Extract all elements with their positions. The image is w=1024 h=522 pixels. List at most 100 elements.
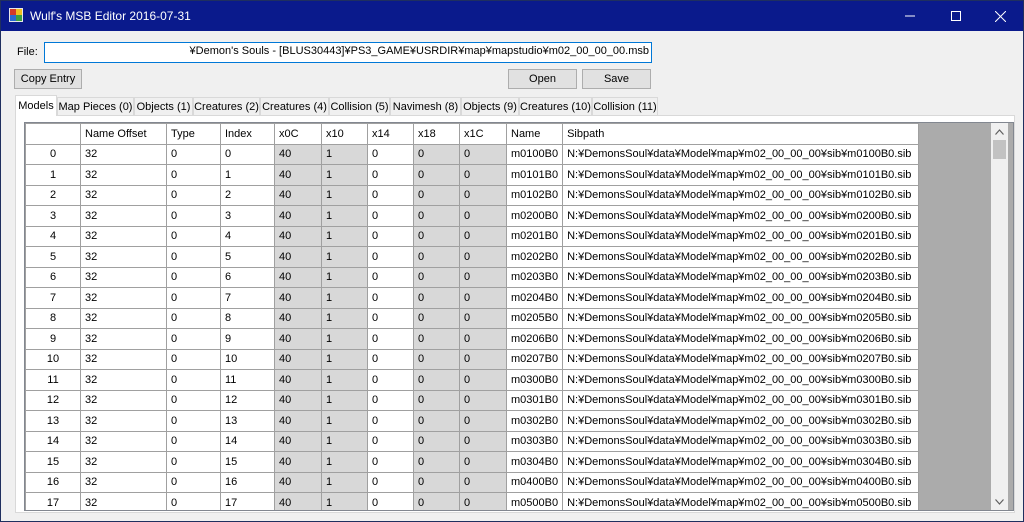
row-header-cell[interactable]: 0 <box>25 143 81 165</box>
cell-name[interactable]: m0207B0 <box>505 348 564 370</box>
column-header-name-offset[interactable]: Name Offset <box>80 123 167 145</box>
cell-x1c[interactable]: 0 <box>459 430 507 452</box>
cell-x10[interactable]: 1 <box>321 451 368 473</box>
cell-sibpath[interactable]: N:¥DemonsSoul¥data¥Model¥map¥m02_00_00_0… <box>562 266 920 288</box>
cell-sibpath[interactable]: N:¥DemonsSoul¥data¥Model¥map¥m02_00_00_0… <box>562 369 920 391</box>
cell-x14[interactable]: 0 <box>367 348 414 370</box>
tab-creatures-4[interactable]: Creatures (4) <box>260 97 329 115</box>
cell-index[interactable]: 5 <box>220 246 275 268</box>
cell-x1c[interactable]: 0 <box>459 492 507 510</box>
cell-x1c[interactable]: 0 <box>459 410 507 432</box>
cell-name[interactable]: m0303B0 <box>505 430 564 452</box>
cell-name-offset[interactable]: 32 <box>80 225 167 247</box>
cell-x1c[interactable]: 0 <box>459 307 507 329</box>
tab-objects-9[interactable]: Objects (9) <box>461 97 519 115</box>
cell-x18[interactable]: 0 <box>413 287 460 309</box>
cell-index[interactable]: 7 <box>220 287 275 309</box>
cell-x18[interactable]: 0 <box>413 492 460 510</box>
table-row[interactable]: 7 32 0 7 40 1 0 0 0 m0204B0 N:¥DemonsSoul¥data¥Mod… <box>25 287 920 309</box>
cell-x0c[interactable]: 40 <box>274 205 322 227</box>
cell-x10[interactable]: 1 <box>321 389 368 411</box>
row-header-cell[interactable]: 12 <box>25 389 81 411</box>
cell-name-offset[interactable]: 32 <box>80 369 167 391</box>
cell-sibpath[interactable]: N:¥DemonsSoul¥data¥Model¥map¥m02_00_00_0… <box>562 451 920 473</box>
cell-x0c[interactable]: 40 <box>274 184 322 206</box>
cell-x14[interactable]: 0 <box>367 205 414 227</box>
row-header-cell[interactable]: 15 <box>25 451 81 473</box>
cell-sibpath[interactable]: N:¥DemonsSoul¥data¥Model¥map¥m02_00_00_0… <box>562 471 920 493</box>
file-path-input[interactable]: ¥Demon's Souls - [BLUS30443]¥PS3_GAME¥US… <box>44 42 652 63</box>
row-header-cell[interactable]: 10 <box>25 348 81 370</box>
cell-type[interactable]: 0 <box>166 184 221 206</box>
cell-index[interactable]: 9 <box>220 328 275 350</box>
row-header-cell[interactable]: 7 <box>25 287 81 309</box>
row-header-cell[interactable]: 3 <box>25 205 81 227</box>
column-header-name[interactable]: Name <box>505 123 564 145</box>
row-header-cell[interactable]: 5 <box>25 246 81 268</box>
table-row[interactable]: 5 32 0 5 40 1 0 0 0 m0202B0 N:¥DemonsSoul¥data¥Mod… <box>25 246 920 268</box>
cell-x1c[interactable]: 0 <box>459 287 507 309</box>
table-row[interactable]: 2 32 0 2 40 1 0 0 0 m0102B0 N:¥DemonsSoul¥data¥Mod… <box>25 184 920 206</box>
cell-x18[interactable]: 0 <box>413 348 460 370</box>
cell-sibpath[interactable]: N:¥DemonsSoul¥data¥Model¥map¥m02_00_00_0… <box>562 492 920 510</box>
cell-name[interactable]: m0202B0 <box>505 246 564 268</box>
cell-name[interactable]: m0200B0 <box>505 205 564 227</box>
cell-sibpath[interactable]: N:¥DemonsSoul¥data¥Model¥map¥m02_00_00_0… <box>562 246 920 268</box>
tab-collision-11[interactable]: Collision (11) <box>592 97 658 115</box>
cell-sibpath[interactable]: N:¥DemonsSoul¥data¥Model¥map¥m02_00_00_0… <box>562 225 920 247</box>
cell-name[interactable]: m0101B0 <box>505 164 564 186</box>
cell-x0c[interactable]: 40 <box>274 307 322 329</box>
cell-name[interactable]: m0302B0 <box>505 410 564 432</box>
cell-name-offset[interactable]: 32 <box>80 471 167 493</box>
cell-name[interactable]: m0500B0 <box>505 492 564 510</box>
cell-x14[interactable]: 0 <box>367 471 414 493</box>
cell-x1c[interactable]: 0 <box>459 225 507 247</box>
cell-x0c[interactable]: 40 <box>274 225 322 247</box>
cell-index[interactable]: 13 <box>220 410 275 432</box>
table-row[interactable]: 11 32 0 11 40 1 0 0 0 m0300B0 N:¥DemonsSoul¥data¥M… <box>25 369 920 391</box>
cell-index[interactable]: 10 <box>220 348 275 370</box>
column-header-x18[interactable]: x18 <box>413 123 460 145</box>
row-header-cell[interactable]: 6 <box>25 266 81 288</box>
cell-sibpath[interactable]: N:¥DemonsSoul¥data¥Model¥map¥m02_00_00_0… <box>562 348 920 370</box>
cell-x14[interactable]: 0 <box>367 143 414 165</box>
cell-x18[interactable]: 0 <box>413 184 460 206</box>
cell-x18[interactable]: 0 <box>413 328 460 350</box>
cell-type[interactable]: 0 <box>166 225 221 247</box>
cell-name[interactable]: m0204B0 <box>505 287 564 309</box>
cell-x1c[interactable]: 0 <box>459 348 507 370</box>
scroll-down-button[interactable] <box>991 493 1008 510</box>
cell-x18[interactable]: 0 <box>413 451 460 473</box>
cell-name-offset[interactable]: 32 <box>80 246 167 268</box>
cell-type[interactable]: 0 <box>166 143 221 165</box>
cell-type[interactable]: 0 <box>166 328 221 350</box>
open-button[interactable]: Open <box>508 69 577 89</box>
tab-creatures-10[interactable]: Creatures (10) <box>519 97 592 115</box>
cell-sibpath[interactable]: N:¥DemonsSoul¥data¥Model¥map¥m02_00_00_0… <box>562 205 920 227</box>
cell-x1c[interactable]: 0 <box>459 328 507 350</box>
table-row[interactable]: 16 32 0 16 40 1 0 0 0 m0400B0 N:¥DemonsSoul¥data¥M… <box>25 471 920 493</box>
cell-x18[interactable]: 0 <box>413 225 460 247</box>
scroll-up-button[interactable] <box>991 123 1008 140</box>
cell-sibpath[interactable]: N:¥DemonsSoul¥data¥Model¥map¥m02_00_00_0… <box>562 389 920 411</box>
row-header-corner[interactable] <box>25 123 81 145</box>
cell-x1c[interactable]: 0 <box>459 205 507 227</box>
copy-entry-button[interactable]: Copy Entry <box>14 69 82 89</box>
cell-type[interactable]: 0 <box>166 369 221 391</box>
cell-x18[interactable]: 0 <box>413 410 460 432</box>
cell-name[interactable]: m0301B0 <box>505 389 564 411</box>
cell-name-offset[interactable]: 32 <box>80 287 167 309</box>
cell-x10[interactable]: 1 <box>321 246 368 268</box>
row-header-cell[interactable]: 14 <box>25 430 81 452</box>
row-header-cell[interactable]: 11 <box>25 369 81 391</box>
cell-x10[interactable]: 1 <box>321 471 368 493</box>
cell-x10[interactable]: 1 <box>321 348 368 370</box>
cell-index[interactable]: 4 <box>220 225 275 247</box>
cell-x1c[interactable]: 0 <box>459 369 507 391</box>
cell-type[interactable]: 0 <box>166 389 221 411</box>
cell-name-offset[interactable]: 32 <box>80 266 167 288</box>
column-header-x14[interactable]: x14 <box>367 123 414 145</box>
cell-name[interactable]: m0205B0 <box>505 307 564 329</box>
cell-x0c[interactable]: 40 <box>274 348 322 370</box>
cell-x1c[interactable]: 0 <box>459 451 507 473</box>
